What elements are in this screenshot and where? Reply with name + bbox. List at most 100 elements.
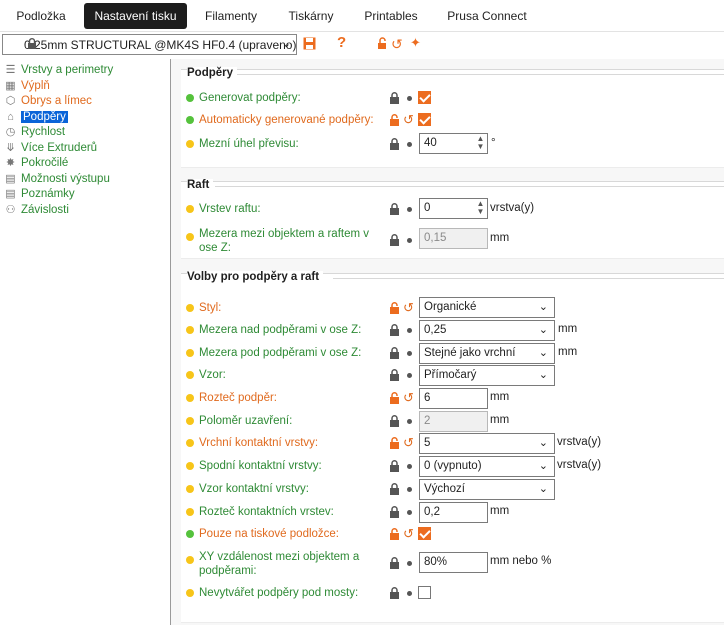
lock-icon[interactable] <box>389 587 400 599</box>
lock-icon[interactable] <box>389 138 400 150</box>
setting-label: Poloměr uzavření: <box>199 415 293 427</box>
unlock-icon[interactable] <box>389 302 400 314</box>
top-contact-distance-select[interactable]: 0,25 ⌄ <box>419 320 555 341</box>
tab-plater[interactable]: Podložka <box>6 3 76 29</box>
setting-row: Nevytvářet podpěry pod mosty: <box>181 584 724 602</box>
sidebar-item-label: Poznámky <box>21 187 75 200</box>
buildplate-only-checkbox[interactable] <box>418 527 431 540</box>
unit-label: mm <box>490 391 510 403</box>
infill-icon: ▦ <box>5 80 16 92</box>
help-icon[interactable]: ? <box>337 34 346 51</box>
group-title: Raft <box>187 179 214 191</box>
bottom-contact-distance-select[interactable]: Stejné jako vrchní ⌄ <box>419 343 555 364</box>
sidebar-item-speed[interactable]: ◷ Rychlost <box>4 124 65 139</box>
lock-icon[interactable] <box>389 557 400 569</box>
sidebar-item-label: Výplň <box>21 79 50 92</box>
overhang-threshold-input[interactable]: 40 ▲ ▼ <box>419 133 488 154</box>
pattern-spacing-input[interactable]: 6 <box>419 388 488 409</box>
input-value: Stejné jako vrchní <box>424 347 516 359</box>
dont-support-bridges-checkbox[interactable] <box>418 586 431 599</box>
chevron-down-icon: ⌄ <box>538 301 548 313</box>
sidebar-item-output[interactable]: ▤ Možnosti výstupu <box>4 171 110 186</box>
lock-icon[interactable] <box>389 347 400 359</box>
input-value: 0,15 <box>424 232 447 244</box>
undo-icon[interactable]: ↺ <box>403 113 414 126</box>
undo-icon[interactable]: ↺ <box>403 391 414 404</box>
undo-icon[interactable]: ↺ <box>403 527 414 540</box>
generate-supports-checkbox[interactable] <box>418 91 431 104</box>
chevron-down-icon: ⌄ <box>538 437 548 449</box>
support-pattern-select[interactable]: Přímočarý ⌄ <box>419 365 555 386</box>
tab-filaments[interactable]: Filamenty <box>196 3 266 29</box>
undo-icon[interactable]: ↺ <box>403 301 414 314</box>
unit-label: mm <box>490 414 510 426</box>
support-style-select[interactable]: Organické ⌄ <box>419 297 555 318</box>
sidebar-item-supports[interactable]: ⌂ Podpěry <box>4 109 68 124</box>
group-raft: Raft Vrstev raftu: 0 ▲ ▼ vrstva(y) Mezera… <box>181 179 724 259</box>
preset-select[interactable]: 0.25mm STRUCTURAL @MK4S HF0.4 (upraveno)… <box>2 34 297 55</box>
preset-name: 0.25mm STRUCTURAL @MK4S HF0.4 (upraveno) <box>24 37 297 52</box>
sidebar-item-label: Rychlost <box>21 125 66 138</box>
input-value: 80% <box>424 556 448 568</box>
unlock-icon[interactable] <box>389 114 400 126</box>
setting-label: Mezera pod podpěrami v ose Z: <box>199 347 362 359</box>
save-icon[interactable] <box>303 37 316 50</box>
status-dot <box>186 371 194 379</box>
bottom-interface-layers-select[interactable]: 0 (vypnuto) ⌄ <box>419 456 555 477</box>
system-value-bullet <box>407 207 412 212</box>
raft-contact-distance-input: 0,15 <box>419 228 488 249</box>
sidebar-item-dependencies[interactable]: ⚇ Závislosti <box>4 202 69 217</box>
sidebar-item-extruders[interactable]: ⤋ Více Extruderů <box>4 140 97 155</box>
lock-icon[interactable] <box>389 506 400 518</box>
unlock-icon[interactable] <box>377 37 388 50</box>
interface-pattern-select[interactable]: Výchozí ⌄ <box>419 479 555 500</box>
tab-printers[interactable]: Tiskárny <box>278 3 344 29</box>
unlock-icon[interactable] <box>389 528 400 540</box>
spin-arrows-icon[interactable]: ▲ ▼ <box>476 135 485 151</box>
tab-print-settings[interactable]: Nastavení tisku <box>84 3 187 29</box>
setting-row: Vrstev raftu: 0 ▲ ▼ vrstva(y) <box>181 196 724 220</box>
interface-spacing-input[interactable]: 0,2 <box>419 502 488 523</box>
sidebar-item-advanced[interactable]: ✸ Pokročilé <box>4 155 68 170</box>
lock-icon[interactable] <box>389 483 400 495</box>
setting-row: Pouze na tiskové podložce: ↺ <box>181 525 724 543</box>
status-dot <box>186 485 194 493</box>
lock-icon[interactable] <box>389 324 400 336</box>
system-value-bullet <box>407 561 412 566</box>
unlock-icon[interactable] <box>389 392 400 404</box>
lock-icon[interactable] <box>389 234 400 246</box>
lock-icon[interactable] <box>389 415 400 427</box>
compare-icon[interactable]: ✦ <box>410 35 421 51</box>
settings-panel: Podpěry Generovat podpěry: Automaticky g… <box>171 59 724 625</box>
lock-icon[interactable] <box>389 460 400 472</box>
setting-row: Rozteč podpěr: ↺ 6 mm <box>181 387 724 409</box>
status-dot <box>186 94 194 102</box>
lock-icon[interactable] <box>389 92 400 104</box>
setting-label: Mezera nad podpěrami v ose Z: <box>199 324 362 336</box>
lock-icon[interactable] <box>389 369 400 381</box>
skirt-icon: ⬡ <box>5 95 16 107</box>
setting-row: Mezera mezi objektem a raftem v ose Z: 0… <box>181 224 724 254</box>
extruders-icon: ⤋ <box>5 142 16 154</box>
spin-arrows-icon[interactable]: ▲ ▼ <box>476 200 485 216</box>
unit-label: mm <box>558 323 578 335</box>
auto-generated-supports-checkbox[interactable] <box>418 113 431 126</box>
group-title: Volby pro podpěry a raft <box>187 271 324 283</box>
unlock-icon[interactable] <box>389 437 400 449</box>
top-interface-layers-select[interactable]: 5 ⌄ <box>419 433 555 454</box>
undo-icon[interactable]: ↺ <box>403 436 414 449</box>
sidebar-item-infill[interactable]: ▦ Výplň <box>4 78 50 93</box>
unit-label: mm <box>490 505 510 517</box>
tab-prusa-connect[interactable]: Prusa Connect <box>443 3 531 29</box>
sidebar-item-notes[interactable]: ▤ Poznámky <box>4 186 75 201</box>
sidebar-item-skirt[interactable]: ⬡ Obrys a límec <box>4 93 92 108</box>
sidebar-item-layers[interactable]: ☰ Vrstvy a perimetry <box>4 62 114 77</box>
group-divider <box>215 186 724 187</box>
xy-separation-input[interactable]: 80% <box>419 552 488 573</box>
input-value: 2 <box>424 415 431 427</box>
raft-layers-input[interactable]: 0 ▲ ▼ <box>419 198 488 219</box>
lock-icon[interactable] <box>389 203 400 215</box>
tab-printables[interactable]: Printables <box>355 3 427 29</box>
status-dot <box>186 140 194 148</box>
undo-icon[interactable]: ↺ <box>391 36 403 53</box>
